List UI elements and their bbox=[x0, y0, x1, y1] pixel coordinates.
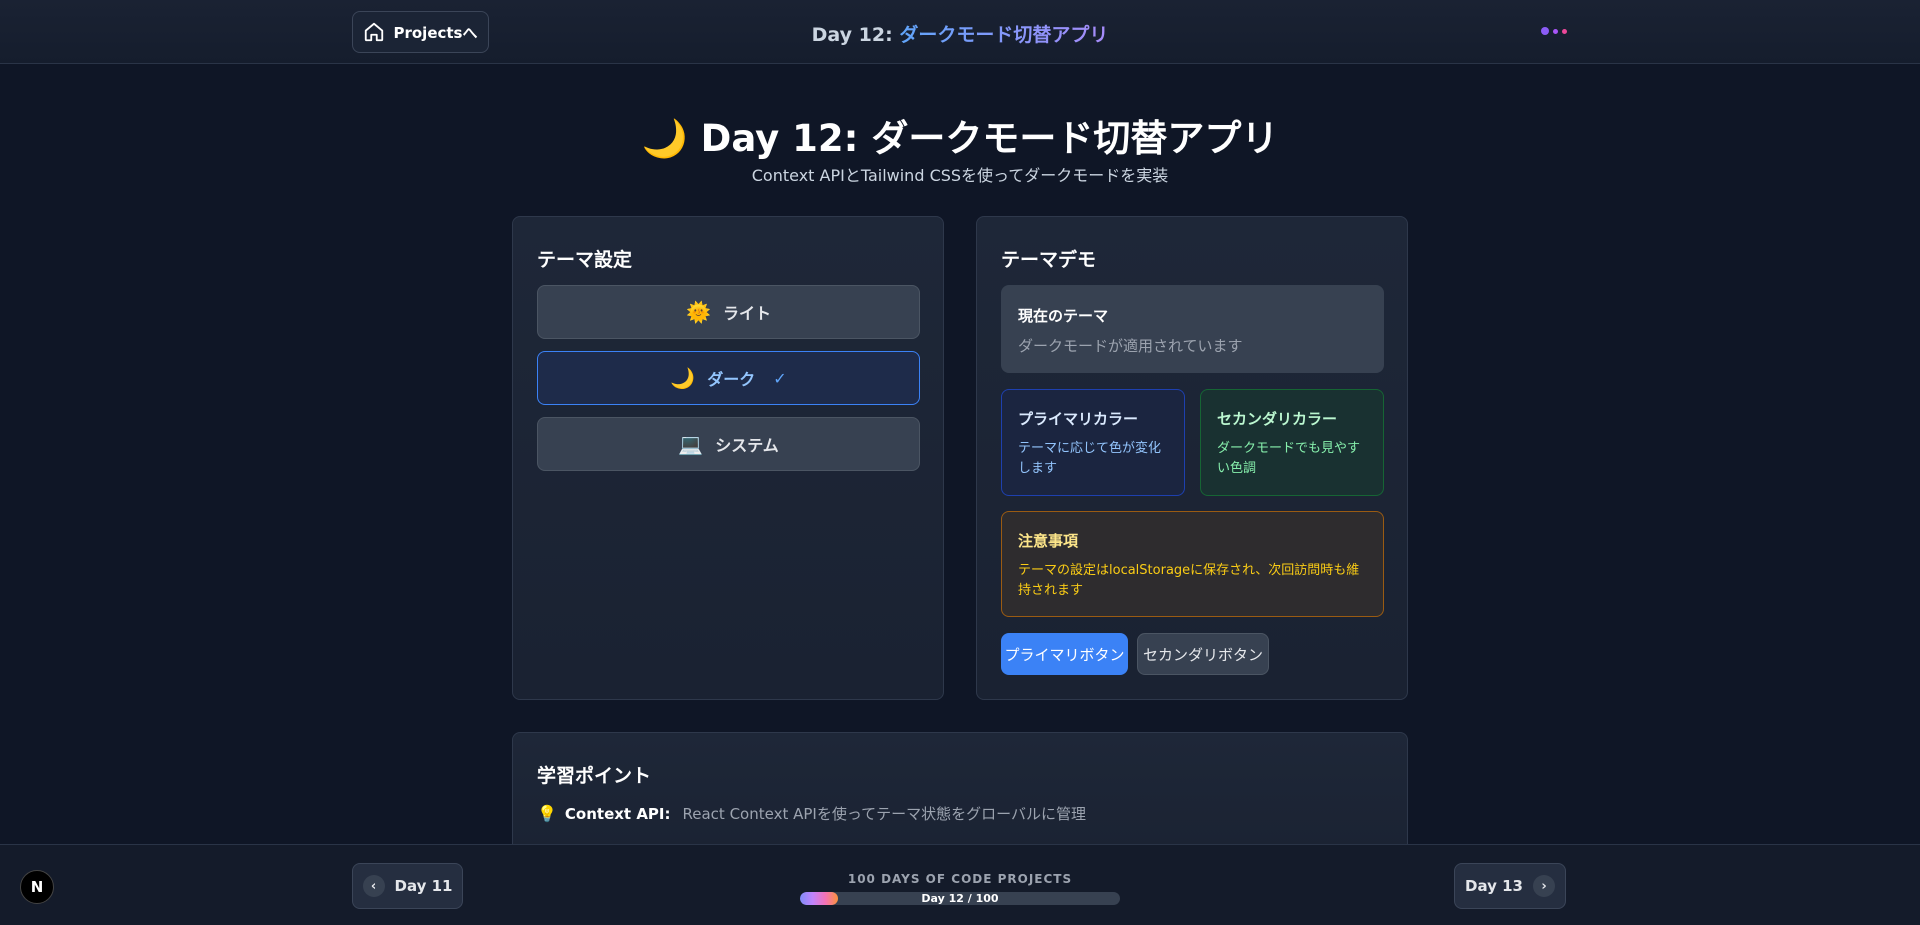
lightbulb-icon: 💡 bbox=[537, 804, 557, 823]
notice-desc: テーマの設定はlocalStorageに保存され、次回訪問時も維持されます bbox=[1018, 563, 1360, 598]
page-title: 🌙 Day 12: ダークモード切替アプリ bbox=[0, 108, 1920, 162]
loading-dots-icon bbox=[1541, 27, 1567, 35]
page-subtitle: Context APIとTailwind CSSを使ってダークモードを実装 bbox=[751, 166, 1169, 185]
nextjs-logo-button[interactable]: N bbox=[20, 870, 54, 904]
learning-points-title: 学習ポイント bbox=[537, 765, 652, 787]
page-title-text: Day 12: ダークモード切替アプリ bbox=[700, 117, 1279, 160]
theme-option-dark[interactable]: 🌙 ダーク ✓ bbox=[537, 351, 920, 405]
current-theme-desc: ダークモードが適用されています bbox=[1018, 337, 1243, 355]
moon-icon: 🌙 bbox=[670, 366, 696, 390]
primary-color-box: プライマリカラー テーマに応じて色が変化します bbox=[1001, 389, 1185, 496]
next-day-button[interactable]: Day 13 › bbox=[1454, 863, 1566, 909]
header-title-accent: ダークモード切替アプリ bbox=[899, 24, 1109, 46]
notice-box: 注意事項 テーマの設定はlocalStorageに保存され、次回訪問時も維持され… bbox=[1001, 511, 1384, 617]
progress-label: 100 DAYS OF CODE PROJECTS bbox=[847, 872, 1073, 886]
theme-option-label: ライト bbox=[722, 304, 771, 323]
laptop-icon: 💻 bbox=[678, 432, 704, 456]
secondary-color-box: セカンダリカラー ダークモードでも見やすい色調 bbox=[1200, 389, 1384, 496]
moon-icon: 🌙 bbox=[641, 117, 688, 160]
theme-settings-card: テーマ設定 🌞 ライト 🌙 ダーク ✓ 💻 システム bbox=[512, 216, 944, 700]
theme-demo-title: テーマデモ bbox=[1001, 249, 1097, 271]
current-theme-panel: 現在のテーマ ダークモードが適用されています bbox=[1001, 285, 1384, 373]
header-title: Day 12: ダークモード切替アプリ bbox=[0, 20, 1920, 47]
current-theme-title: 現在のテーマ bbox=[1018, 307, 1109, 325]
next-day-label: Day 13 bbox=[1465, 877, 1523, 895]
progress-text: Day 12 / 100 bbox=[921, 892, 999, 905]
learning-point-key: Context API: bbox=[564, 804, 671, 823]
theme-settings-title: テーマ設定 bbox=[537, 249, 633, 271]
theme-option-label: システム bbox=[715, 436, 779, 455]
theme-option-system[interactable]: 💻 システム bbox=[537, 417, 920, 471]
secondary-color-title: セカンダリカラー bbox=[1217, 410, 1338, 428]
primary-color-desc: テーマに応じて色が変化します bbox=[1018, 441, 1162, 476]
sun-icon: 🌞 bbox=[686, 300, 711, 324]
check-icon: ✓ bbox=[773, 368, 787, 388]
progress-bar: Day 12 / 100 bbox=[800, 892, 1120, 905]
top-header: Projectsへ Day 12: ダークモード切替アプリ bbox=[0, 0, 1920, 64]
learning-point-item: 💡 Context API: React Context APIを使ってテーマ状… bbox=[537, 803, 1086, 824]
theme-demo-card: テーマデモ 現在のテーマ ダークモードが適用されています プライマリカラー テー… bbox=[976, 216, 1408, 700]
secondary-color-desc: ダークモードでも見やすい色調 bbox=[1217, 441, 1361, 476]
theme-option-light[interactable]: 🌞 ライト bbox=[537, 285, 920, 339]
bottom-footer: ‹ Day 11 100 DAYS OF CODE PROJECTS Day 1… bbox=[0, 844, 1920, 925]
header-title-prefix: Day 12: bbox=[811, 24, 900, 46]
notice-title: 注意事項 bbox=[1018, 532, 1079, 550]
chevron-right-icon: › bbox=[1533, 875, 1555, 897]
theme-option-label: ダーク bbox=[707, 370, 756, 389]
prev-day-button[interactable]: ‹ Day 11 bbox=[352, 863, 463, 909]
primary-color-title: プライマリカラー bbox=[1018, 410, 1139, 428]
learning-point-value: React Context APIを使ってテーマ状態をグローバルに管理 bbox=[682, 805, 1086, 823]
secondary-button[interactable]: セカンダリボタン bbox=[1137, 633, 1269, 675]
primary-button[interactable]: プライマリボタン bbox=[1001, 633, 1128, 675]
